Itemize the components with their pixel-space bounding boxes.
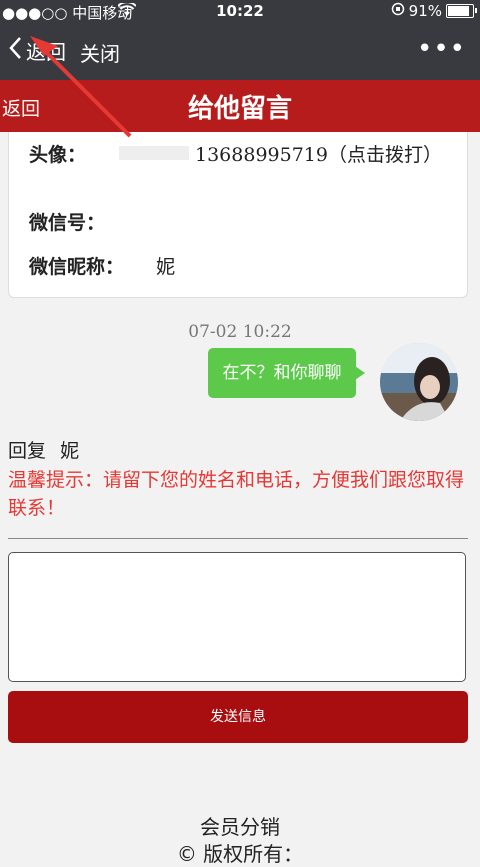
divider (8, 538, 468, 539)
wechat-row: 微信号： (29, 208, 105, 235)
masked-avatar (119, 146, 189, 160)
nickname-value: 妮 (156, 256, 176, 278)
contact-card: 头像： 13688995719（点击拨打） 微信号： 微信昵称： 妮 (8, 132, 468, 298)
footer-title: 会员分销 (200, 815, 280, 839)
tip-text: 温馨提示：请留下您的姓名和电话，方便我们跟您取得联系！ (8, 469, 465, 519)
chevron-left-icon (8, 36, 26, 65)
page-title: 给他留言 (187, 94, 292, 124)
nav-back-label: 返回 (26, 40, 66, 64)
more-menu-button[interactable]: ••• (417, 34, 466, 64)
battery-icon (446, 4, 477, 18)
status-right: 91% (391, 2, 477, 20)
reply-to: 回复 妮 (8, 436, 79, 463)
nav-back-button[interactable]: 返回 (8, 36, 66, 65)
avatar (380, 343, 458, 421)
status-bar: ●●●○○ 中国移动 10:22 91% (0, 0, 480, 22)
nav-close-button[interactable]: 关闭 (80, 38, 120, 67)
nickname-label: 微信昵称： (29, 256, 125, 278)
message-timestamp: 07-02 10:22 (188, 322, 292, 342)
message-input[interactable] (8, 552, 466, 682)
battery-percent: 91% (408, 2, 442, 20)
avatar-label: 头像： (29, 144, 87, 166)
phone-link[interactable]: 13688995719（点击拨打） (195, 140, 442, 167)
rotation-lock-icon (391, 2, 405, 20)
footer-copyright: © 版权所有： (176, 842, 304, 866)
reply-name: 妮 (60, 440, 80, 462)
nickname-row: 微信昵称： 妮 (29, 252, 175, 279)
reply-prefix: 回复 (8, 440, 47, 462)
send-button[interactable]: 发送信息 (8, 691, 468, 743)
avatar-row: 头像： (29, 140, 86, 167)
wechat-label: 微信号： (29, 212, 106, 234)
chat-bubble: 在不？和你聊聊 (208, 348, 365, 398)
page-header: 返回 给他留言 (0, 80, 480, 132)
nav-bar: 返回 关闭 ••• (0, 22, 480, 80)
